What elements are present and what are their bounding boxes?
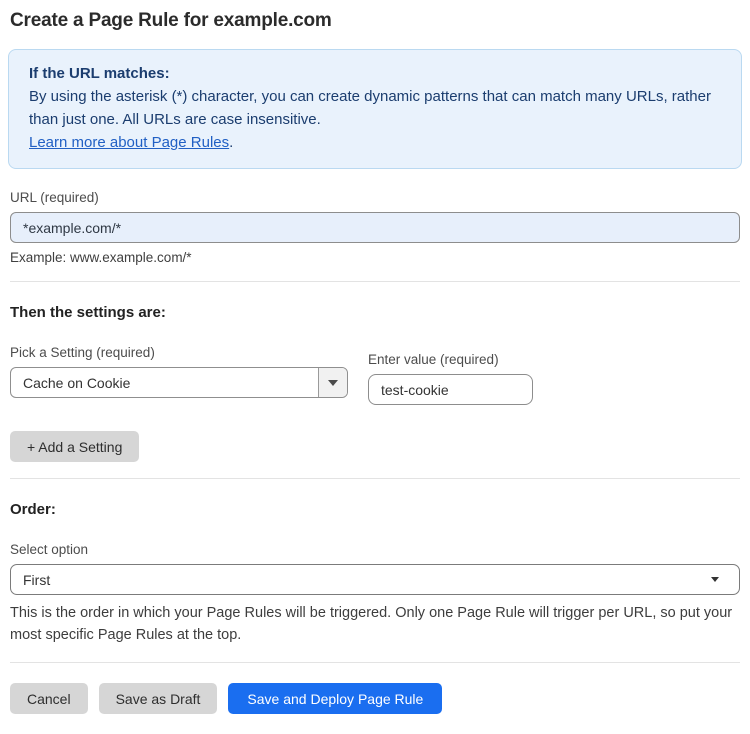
save-and-deploy-button[interactable]: Save and Deploy Page Rule: [228, 683, 443, 714]
caret-down-icon: [328, 379, 338, 386]
settings-section-heading: Then the settings are:: [10, 304, 166, 321]
add-setting-button[interactable]: + Add a Setting: [10, 431, 140, 462]
divider: [10, 478, 740, 479]
setting-value-column: Enter value (required): [368, 352, 533, 405]
info-box-heading: If the URL matches:: [29, 65, 170, 82]
divider: [10, 281, 740, 282]
info-box-link-line: Learn more about Page Rules.: [29, 131, 721, 154]
cancel-button[interactable]: Cancel: [10, 683, 88, 714]
url-example-text: Example: www.example.com/*: [10, 250, 192, 265]
setting-value-label: Enter value (required): [368, 352, 499, 367]
url-match-info-box: If the URL matches: By using the asteris…: [8, 49, 742, 169]
setting-picker-column: Pick a Setting (required) Cache on Cooki…: [10, 345, 348, 405]
setting-select-arrow-button[interactable]: [318, 368, 347, 397]
url-input[interactable]: [10, 212, 740, 243]
divider: [10, 662, 740, 663]
setting-value-input[interactable]: [368, 374, 533, 405]
url-field-label: URL (required): [10, 190, 99, 205]
setting-picker-label: Pick a Setting (required): [10, 345, 155, 360]
setting-select-value: Cache on Cookie: [23, 374, 131, 391]
order-section-heading: Order:: [10, 501, 56, 518]
settings-row: Pick a Setting (required) Cache on Cooki…: [10, 345, 740, 405]
order-select[interactable]: First: [10, 564, 740, 595]
order-select-value: First: [23, 571, 51, 588]
footer-actions: Cancel Save as Draft Save and Deploy Pag…: [10, 683, 740, 734]
order-select-label: Select option: [10, 542, 89, 557]
page-title: Create a Page Rule for example.com: [10, 10, 332, 31]
setting-select[interactable]: Cache on Cookie: [10, 367, 348, 398]
learn-more-link[interactable]: Learn more about Page Rules: [29, 134, 229, 151]
info-box-body: By using the asterisk (*) character, you…: [29, 88, 711, 128]
page-rule-form: Create a Page Rule for example.com If th…: [0, 0, 750, 734]
order-help-text: This is the order in which your Page Rul…: [10, 605, 733, 643]
link-suffix: .: [229, 134, 234, 151]
caret-down-icon: [711, 577, 719, 582]
save-as-draft-button[interactable]: Save as Draft: [98, 683, 218, 714]
